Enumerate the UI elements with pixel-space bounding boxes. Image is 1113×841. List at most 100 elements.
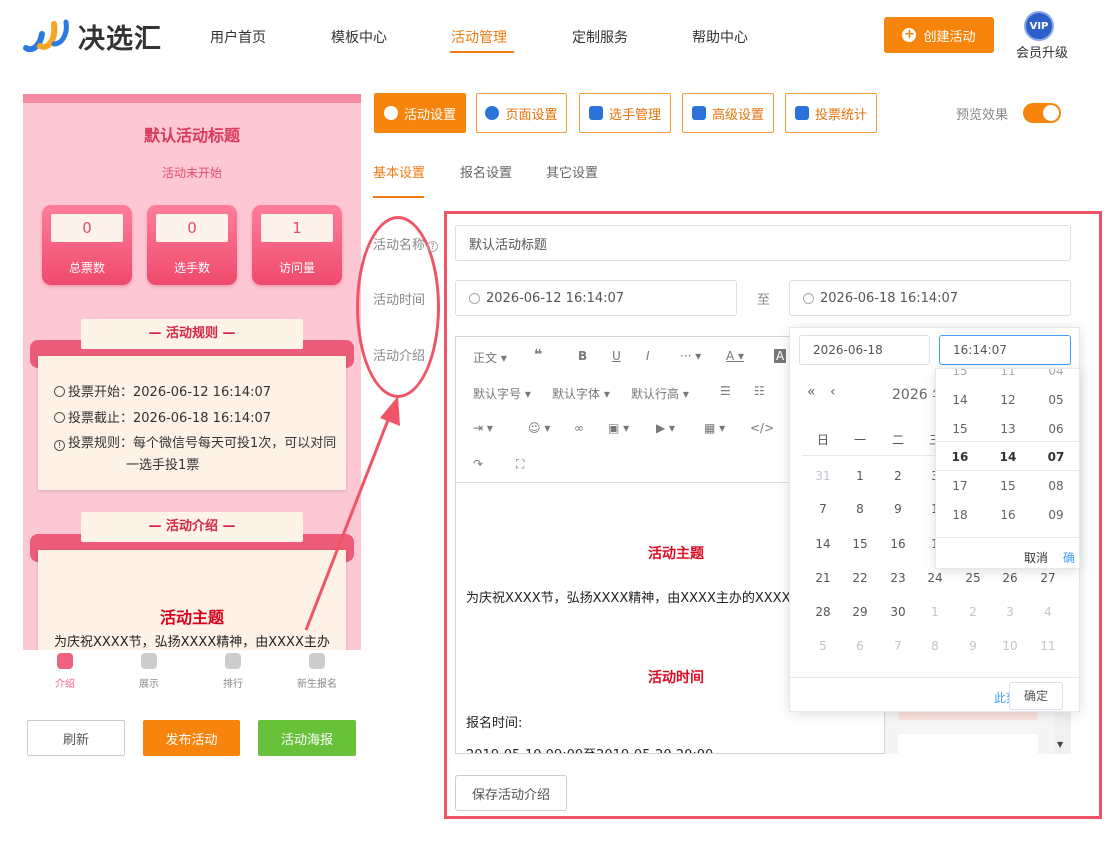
second-option[interactable]: 09 bbox=[1032, 508, 1079, 522]
picker-confirm-button[interactable]: 确定 bbox=[1009, 682, 1063, 710]
second-option[interactable]: 06 bbox=[1032, 422, 1079, 436]
subtab-basic[interactable]: 基本设置 bbox=[373, 162, 425, 181]
calendar-day[interactable]: 15 bbox=[841, 537, 879, 551]
calendar-day[interactable]: 8 bbox=[841, 502, 879, 516]
calendar-day[interactable]: 4 bbox=[1029, 605, 1067, 619]
calendar-day[interactable]: 6 bbox=[841, 639, 879, 653]
help-icon[interactable]: ? bbox=[427, 241, 439, 252]
calendar-day[interactable]: 26 bbox=[991, 571, 1029, 585]
calendar-day[interactable]: 14 bbox=[804, 537, 842, 551]
preview-tab-intro[interactable]: 介绍 bbox=[23, 650, 107, 690]
calendar-day[interactable]: 3 bbox=[991, 605, 1029, 619]
save-intro-button[interactable]: 保存活动介绍 bbox=[455, 775, 567, 811]
fullscreen-icon[interactable]: ⛶ bbox=[516, 457, 524, 472]
vip-upgrade-link[interactable]: 会员升级 bbox=[1016, 42, 1068, 61]
prev-month-icon[interactable]: ‹ bbox=[830, 384, 836, 400]
calendar-day[interactable]: 24 bbox=[916, 571, 954, 585]
end-time-input[interactable]: 2026-06-18 16:14:07 bbox=[789, 280, 1071, 316]
italic-icon[interactable]: I bbox=[646, 349, 650, 363]
calendar-day[interactable]: 29 bbox=[841, 605, 879, 619]
preview-tab-show[interactable]: 展示 bbox=[107, 650, 191, 690]
second-option[interactable]: 05 bbox=[1032, 393, 1079, 407]
numbered-list-icon[interactable]: ☷ bbox=[754, 384, 765, 398]
video-icon[interactable]: ▶ ▾ bbox=[656, 421, 675, 435]
subtab-other[interactable]: 其它设置 bbox=[546, 162, 598, 181]
minute-option[interactable]: 15 bbox=[984, 479, 1032, 493]
nav-templates[interactable]: 模板中心 bbox=[331, 27, 387, 47]
hour-option[interactable]: 17 bbox=[936, 479, 984, 493]
line-height-select[interactable]: 默认行高 ▾ bbox=[631, 385, 689, 402]
tab-vote-stats[interactable]: 投票统计 bbox=[785, 93, 877, 133]
refresh-button[interactable]: 刷新 bbox=[27, 720, 125, 756]
nav-custom-service[interactable]: 定制服务 bbox=[572, 27, 628, 47]
paragraph-select[interactable]: 正文 ▾ bbox=[473, 349, 507, 366]
font-family-select[interactable]: 默认字体 ▾ bbox=[552, 385, 610, 402]
bullet-list-icon[interactable]: ☰ bbox=[720, 384, 731, 398]
publish-button[interactable]: 发布活动 bbox=[143, 720, 240, 756]
tab-player-management[interactable]: 选手管理 bbox=[579, 93, 671, 133]
hour-option[interactable]: 15 bbox=[936, 369, 984, 378]
minute-option[interactable]: 11 bbox=[984, 369, 1032, 378]
logo[interactable]: 决选汇 bbox=[22, 14, 172, 58]
activity-name-input[interactable]: 默认活动标题 bbox=[455, 225, 1071, 261]
hour-option[interactable]: 14 bbox=[936, 393, 984, 407]
picker-date-input[interactable]: 2026-06-18 bbox=[799, 335, 930, 365]
poster-button[interactable]: 活动海报 bbox=[258, 720, 356, 756]
hour-option[interactable]: 15 bbox=[936, 422, 984, 436]
calendar-day[interactable]: 9 bbox=[879, 502, 917, 516]
prev-year-icon[interactable]: « bbox=[807, 384, 816, 400]
calendar-day[interactable]: 2 bbox=[879, 469, 917, 483]
calendar-day[interactable]: 2 bbox=[954, 605, 992, 619]
calendar-day[interactable]: 16 bbox=[879, 537, 917, 551]
vip-icon[interactable]: VIP bbox=[1024, 11, 1054, 41]
more-icon[interactable]: ··· ▾ bbox=[680, 349, 701, 363]
bold-icon[interactable]: B bbox=[578, 349, 587, 363]
nav-home[interactable]: 用户首页 bbox=[210, 27, 266, 47]
redo-icon[interactable]: ↷ bbox=[473, 457, 483, 471]
calendar-day[interactable]: 10 bbox=[991, 639, 1029, 653]
minute-option[interactable]: 12 bbox=[984, 393, 1032, 407]
tab-advanced-settings[interactable]: 高级设置 bbox=[682, 93, 774, 133]
calendar-day[interactable]: 30 bbox=[879, 605, 917, 619]
hour-option-selected[interactable]: 16 bbox=[936, 450, 984, 464]
preview-tab-rank[interactable]: 排行 bbox=[191, 650, 275, 690]
nav-activity-management[interactable]: 活动管理 bbox=[451, 27, 507, 47]
calendar-day[interactable]: 11 bbox=[1029, 639, 1067, 653]
calendar-day[interactable]: 21 bbox=[804, 571, 842, 585]
underline-icon[interactable]: U bbox=[612, 349, 621, 363]
calendar-day[interactable]: 25 bbox=[954, 571, 992, 585]
font-size-select[interactable]: 默认字号 ▾ bbox=[473, 385, 531, 402]
calendar-day[interactable]: 7 bbox=[804, 502, 842, 516]
calendar-day[interactable]: 22 bbox=[841, 571, 879, 585]
preview-tab-signup[interactable]: 新生报名 bbox=[275, 650, 359, 690]
second-option[interactable]: 04 bbox=[1032, 369, 1079, 378]
minute-option[interactable]: 13 bbox=[984, 422, 1032, 436]
calendar-day[interactable]: 8 bbox=[916, 639, 954, 653]
link-icon[interactable]: ∞ bbox=[574, 421, 584, 435]
minute-option[interactable]: 16 bbox=[984, 508, 1032, 522]
subtab-signup[interactable]: 报名设置 bbox=[460, 162, 512, 181]
time-cancel-button[interactable]: 取消 bbox=[1024, 549, 1048, 566]
nav-help[interactable]: 帮助中心 bbox=[692, 27, 748, 47]
calendar-day[interactable]: 9 bbox=[954, 639, 992, 653]
indent-icon[interactable]: ⇥ ▾ bbox=[473, 421, 493, 435]
tab-page-settings[interactable]: 页面设置 bbox=[476, 93, 567, 133]
scroll-down-icon[interactable]: ▼ bbox=[1057, 740, 1063, 749]
quote-icon[interactable]: ❝ bbox=[534, 347, 542, 363]
minute-option-selected[interactable]: 14 bbox=[984, 450, 1032, 464]
font-color-icon[interactable]: A ▾ bbox=[726, 349, 744, 363]
emoji-icon[interactable]: ☺ ▾ bbox=[528, 421, 550, 435]
calendar-day[interactable]: 31 bbox=[804, 469, 842, 483]
second-option-selected[interactable]: 07 bbox=[1032, 450, 1079, 464]
image-icon[interactable]: ▣ ▾ bbox=[608, 421, 629, 435]
calendar-day[interactable]: 1 bbox=[841, 469, 879, 483]
bg-color-icon[interactable]: A bbox=[774, 349, 787, 363]
calendar-day[interactable]: 1 bbox=[916, 605, 954, 619]
start-time-input[interactable]: 2026-06-12 16:14:07 bbox=[455, 280, 737, 316]
create-activity-button[interactable]: + 创建活动 bbox=[884, 17, 994, 53]
calendar-day[interactable]: 28 bbox=[804, 605, 842, 619]
calendar-day[interactable]: 7 bbox=[879, 639, 917, 653]
calendar-day[interactable]: 23 bbox=[879, 571, 917, 585]
code-icon[interactable]: </> bbox=[750, 421, 774, 435]
calendar-day[interactable]: 5 bbox=[804, 639, 842, 653]
